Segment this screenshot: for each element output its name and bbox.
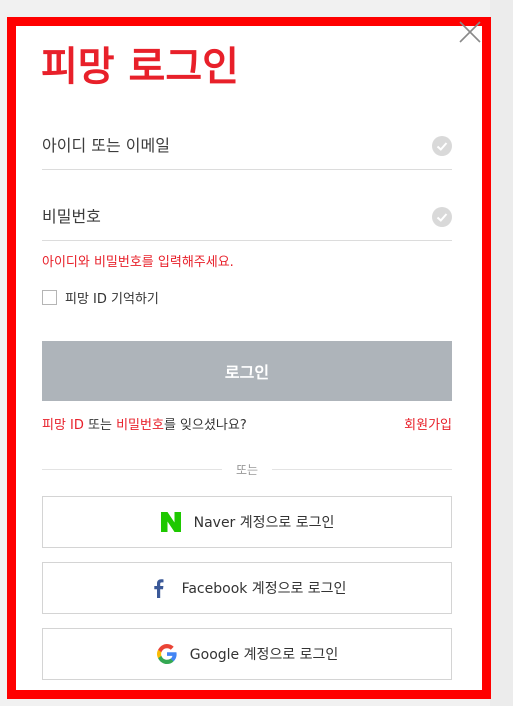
signup-link[interactable]: 회원가입 xyxy=(404,414,452,433)
login-button[interactable]: 로그인 xyxy=(42,341,452,401)
naver-login-label: Naver 계정으로 로그인 xyxy=(193,515,335,531)
naver-icon xyxy=(160,512,181,532)
forgot-credentials-link[interactable]: 피망 ID 또는 비밀번호를 잊으셨나요? xyxy=(42,414,247,433)
google-login-button[interactable]: Google 계정으로 로그인 xyxy=(42,628,452,680)
id-input[interactable] xyxy=(42,122,422,168)
forgot-id-text: 피망 ID xyxy=(42,418,84,433)
close-button[interactable] xyxy=(458,20,482,44)
divider-label: 또는 xyxy=(235,463,259,477)
divider-line-right xyxy=(272,469,452,470)
remember-label: 피망 ID 기억하기 xyxy=(65,291,159,307)
check-circle-icon xyxy=(432,136,452,156)
forgot-suffix-text: 를 잊으셨나요? xyxy=(163,418,247,433)
google-login-label: Google 계정으로 로그인 xyxy=(189,647,339,663)
id-field xyxy=(42,122,452,170)
forgot-or-text: 또는 xyxy=(83,418,117,433)
remember-id[interactable]: 피망 ID 기억하기 xyxy=(42,288,159,307)
page-title: 피망 로그인 xyxy=(41,44,239,90)
password-input[interactable] xyxy=(42,193,422,239)
facebook-login-button[interactable]: Facebook 계정으로 로그인 xyxy=(42,562,452,614)
remember-checkbox[interactable] xyxy=(42,289,57,305)
forgot-password-text: 비밀번호 xyxy=(116,418,164,433)
or-divider: 또는 xyxy=(42,460,452,480)
close-icon xyxy=(459,21,481,43)
naver-login-button[interactable]: Naver 계정으로 로그인 xyxy=(42,496,452,548)
facebook-icon xyxy=(153,579,164,598)
facebook-login-label: Facebook 계정으로 로그인 xyxy=(181,581,347,597)
password-field xyxy=(42,193,452,241)
check-circle-icon xyxy=(432,207,452,227)
google-icon xyxy=(156,644,177,664)
page-scroll-area xyxy=(490,0,513,706)
error-message: 아이디와 비밀번호를 입력해주세요. xyxy=(42,255,234,270)
